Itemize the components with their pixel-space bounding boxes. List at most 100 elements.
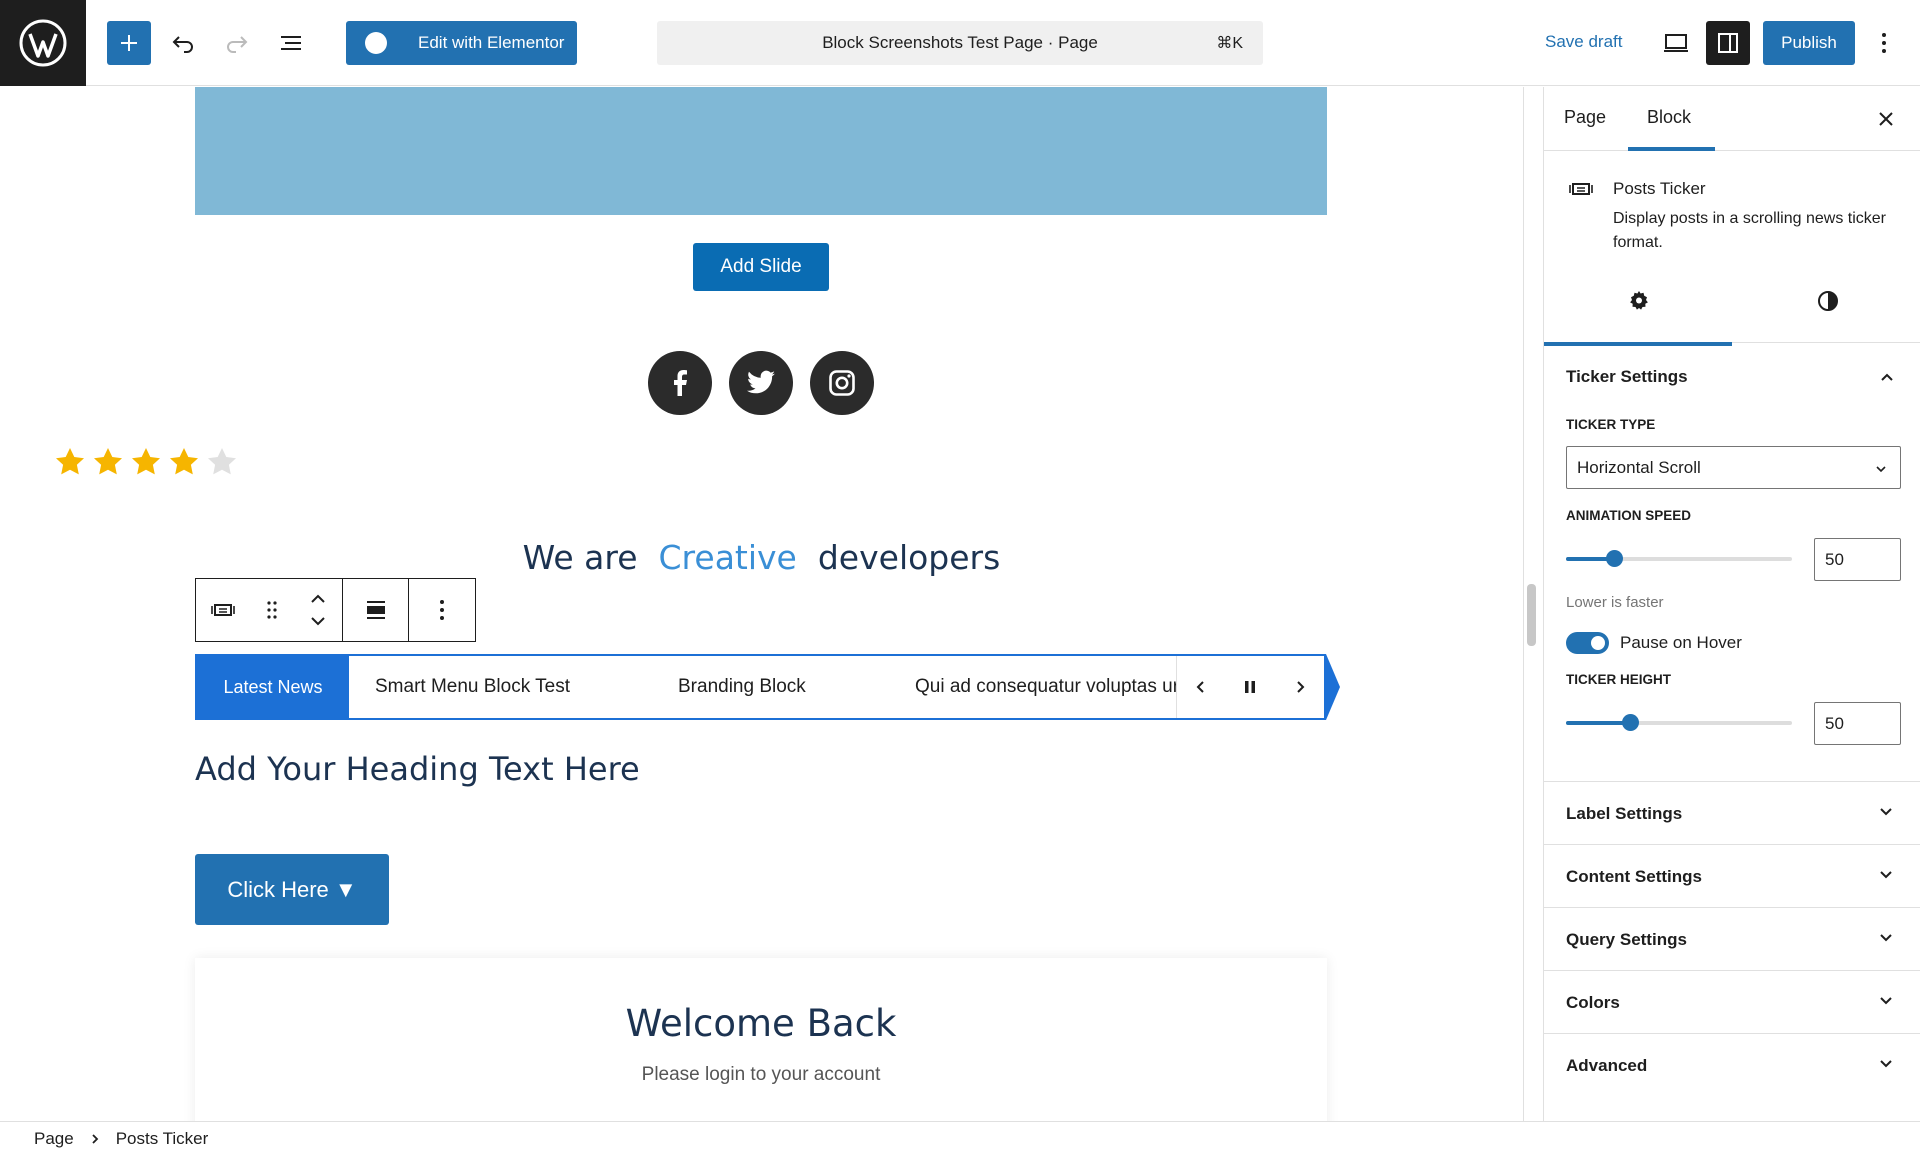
block-options-button[interactable] (409, 579, 474, 641)
animation-speed-help: Lower is faster (1566, 594, 1664, 611)
ticker-item[interactable]: Smart Menu Block Test (375, 676, 570, 698)
canvas-scrollbar[interactable] (1527, 584, 1536, 646)
drag-handle-icon[interactable] (266, 600, 278, 620)
ticker-height-input[interactable]: 50 (1814, 702, 1901, 745)
hero-text-before: We are (522, 538, 638, 577)
star-icon-4[interactable] (168, 446, 200, 478)
ticker-block-icon[interactable] (211, 602, 236, 618)
ticker-item[interactable]: Branding Block (678, 676, 806, 698)
gear-icon[interactable] (1627, 289, 1651, 313)
star-icon-2[interactable] (92, 446, 124, 478)
move-up-down-icon[interactable] (309, 592, 327, 628)
login-card: Welcome Back Please login to your accoun… (195, 958, 1327, 1121)
click-here-button[interactable]: Click Here ▼ (195, 854, 389, 925)
ticker-item[interactable]: Qui ad consequatur voluptas ur (915, 676, 1177, 698)
close-icon[interactable] (1874, 107, 1898, 131)
facebook-link[interactable] (648, 351, 712, 415)
breadcrumb-root[interactable]: Page (34, 1129, 74, 1149)
hero-heading[interactable]: We are Creative developers (0, 538, 1523, 577)
breadcrumb-current[interactable]: Posts Ticker (116, 1129, 209, 1149)
chevron-down-icon (1880, 871, 1892, 879)
editor-canvas[interactable]: Add Slide We are Creative developers Lat… (0, 87, 1523, 1121)
instagram-link[interactable] (810, 351, 874, 415)
active-subtab-indicator (1544, 342, 1732, 346)
panel-advanced[interactable]: Advanced (1544, 1033, 1920, 1096)
settings-toggle-button[interactable] (1706, 21, 1750, 65)
panel-query-settings[interactable]: Query Settings (1544, 907, 1920, 970)
tab-block[interactable]: Block (1647, 107, 1691, 128)
ticker-type-label: TICKER TYPE (1566, 417, 1656, 432)
document-overview-button[interactable] (269, 21, 313, 65)
chevron-down-icon (1880, 997, 1892, 1005)
edit-with-elementor-button[interactable]: Edit with Elementor (346, 21, 577, 65)
ticker-block-icon (1569, 183, 1593, 195)
star-icon-1[interactable] (54, 446, 86, 478)
pause-on-hover-toggle[interactable] (1566, 632, 1609, 654)
align-wide-icon (366, 601, 385, 619)
list-view-icon (281, 36, 301, 50)
more-vertical-icon (1882, 33, 1886, 53)
redo-icon (227, 36, 248, 53)
preview-button[interactable] (1654, 21, 1698, 65)
undo-icon (172, 36, 193, 53)
twitter-link[interactable] (729, 351, 793, 415)
publish-button[interactable]: Publish (1763, 21, 1855, 65)
ticker-type-value: Horizontal Scroll (1577, 457, 1701, 477)
heading-block[interactable]: Add Your Heading Text Here (195, 750, 640, 788)
chevron-right-icon (92, 1133, 98, 1144)
chevron-down-icon (1880, 934, 1892, 942)
pause-on-hover-label: Pause on Hover (1620, 633, 1742, 652)
ticker-controls (1176, 656, 1324, 718)
animation-speed-input[interactable]: 50 (1814, 538, 1901, 581)
command-palette-bar[interactable]: Block Screenshots Test Page · Page ⌘K (657, 21, 1263, 65)
login-title: Welcome Back (625, 1002, 897, 1045)
animation-speed-label: ANIMATION SPEED (1566, 508, 1692, 523)
elementor-icon (365, 32, 387, 54)
save-draft-button[interactable]: Save draft (1545, 32, 1623, 52)
command-shortcut: ⌘K (1216, 35, 1243, 52)
redo-button[interactable] (215, 21, 259, 65)
add-slide-button[interactable]: Add Slide (693, 243, 829, 291)
panel-title: Colors (1566, 993, 1620, 1012)
wordpress-logo[interactable] (0, 0, 86, 86)
ticker-settings-title[interactable]: Ticker Settings (1566, 367, 1688, 387)
active-tab-indicator (1628, 147, 1715, 151)
ticker-height-slider[interactable] (1566, 714, 1792, 731)
chevron-down-icon (1880, 808, 1892, 816)
chevron-right-icon[interactable] (1294, 679, 1306, 695)
block-breadcrumb: Page Posts Ticker (0, 1121, 1920, 1155)
pause-icon[interactable] (1243, 679, 1257, 695)
options-button[interactable] (1864, 21, 1904, 65)
inspector-subtabs (1544, 271, 1920, 343)
ticker-height-label: TICKER HEIGHT (1566, 672, 1672, 687)
plus-icon (121, 35, 137, 51)
slider-thumb[interactable] (1622, 714, 1639, 731)
panel-title: Label Settings (1566, 804, 1683, 823)
star-icon-5[interactable] (206, 446, 238, 478)
slide-preview[interactable] (195, 87, 1327, 215)
panel-colors[interactable]: Colors (1544, 970, 1920, 1033)
align-button[interactable] (343, 579, 409, 641)
block-title: Posts Ticker (1613, 179, 1706, 198)
add-block-button[interactable] (107, 21, 151, 65)
chevron-up-icon[interactable] (1879, 369, 1895, 385)
elementor-label: Edit with Elementor (418, 33, 565, 52)
ticker-label: Latest News (197, 656, 349, 718)
star-icon-3[interactable] (130, 446, 162, 478)
block-description: Display posts in a scrolling news ticker… (1613, 210, 1886, 251)
ticker-type-select[interactable]: Horizontal Scroll (1566, 446, 1901, 489)
chevron-down-icon (1876, 466, 1886, 473)
animation-speed-slider[interactable] (1566, 550, 1792, 567)
desktop-icon (1664, 34, 1688, 52)
chevron-left-icon[interactable] (1195, 679, 1207, 695)
facebook-icon (674, 370, 687, 396)
panel-content-settings[interactable]: Content Settings (1544, 844, 1920, 907)
panel-label-settings[interactable]: Label Settings (1544, 781, 1920, 844)
undo-button[interactable] (161, 21, 205, 65)
canvas-divider (1523, 87, 1524, 1121)
tab-page[interactable]: Page (1564, 107, 1606, 128)
styles-icon[interactable] (1816, 289, 1840, 313)
login-subtitle: Please login to your account (641, 1064, 881, 1085)
slider-thumb[interactable] (1606, 550, 1623, 567)
posts-ticker-block[interactable]: Latest News Smart Menu Block Test Brandi… (195, 654, 1326, 720)
